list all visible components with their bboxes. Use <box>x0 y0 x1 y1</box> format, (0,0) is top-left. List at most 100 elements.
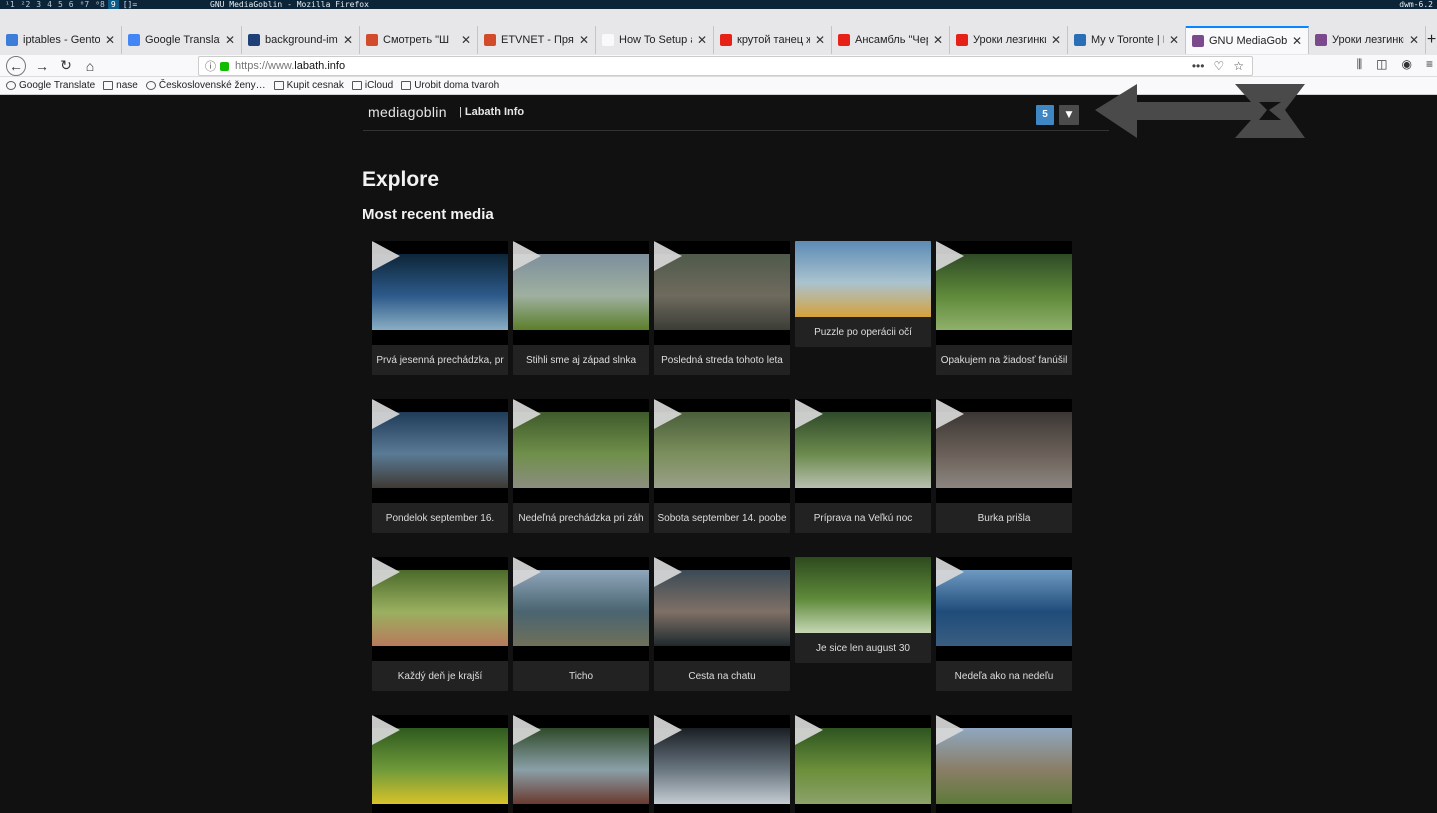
close-tab-icon[interactable]: ✕ <box>1169 33 1179 47</box>
media-card[interactable]: Posledná streda tohoto leta <box>654 241 790 375</box>
url-bar[interactable]: ⓘ https://www.labath.info ••• ♡ ☆ <box>198 56 1253 76</box>
media-card[interactable]: Ticho <box>513 557 649 691</box>
wm-tag[interactable]: 4 <box>44 0 55 9</box>
media-thumbnail[interactable] <box>513 241 649 345</box>
media-card[interactable]: Puzzle po operácii očí <box>795 241 931 347</box>
wm-tag[interactable]: ⁰7 <box>77 0 93 9</box>
media-thumbnail[interactable] <box>795 715 931 813</box>
wm-tag[interactable]: ²2 <box>18 0 34 9</box>
media-title[interactable]: Opakujem na žiadosť fanúšil <box>936 345 1072 375</box>
browser-tab[interactable]: background-imag ✕ <box>242 26 360 54</box>
pocket-icon[interactable]: ♡ <box>1213 59 1224 73</box>
notification-count-badge[interactable]: 5 <box>1036 105 1054 125</box>
browser-tab[interactable]: крутой танец же ✕ <box>714 26 832 54</box>
close-tab-icon[interactable]: ✕ <box>1292 34 1302 48</box>
close-tab-icon[interactable]: ✕ <box>343 33 353 47</box>
media-thumbnail[interactable] <box>513 399 649 503</box>
bookmark-item[interactable]: Kupit cesnak <box>273 80 344 91</box>
media-thumbnail[interactable] <box>795 399 931 503</box>
media-thumbnail[interactable] <box>372 241 508 345</box>
media-title[interactable]: Nedeľná prechádzka pri záh <box>513 503 649 533</box>
media-thumbnail[interactable] <box>936 715 1072 813</box>
browser-tab[interactable]: iptables - Gentoo ✕ <box>0 26 122 54</box>
bookmark-item[interactable]: Google Translate <box>6 80 95 91</box>
media-card[interactable]: Opakujem na žiadosť fanúšil <box>936 241 1072 375</box>
media-thumbnail[interactable] <box>513 715 649 813</box>
media-thumbnail[interactable] <box>936 399 1072 503</box>
wm-tag[interactable]: 5 <box>55 0 66 9</box>
media-card[interactable] <box>654 715 790 813</box>
close-tab-icon[interactable]: ✕ <box>1051 33 1061 47</box>
sidebar-icon[interactable]: ◫ <box>1376 57 1387 72</box>
media-title[interactable]: Cesta na chatu <box>654 661 790 691</box>
media-title[interactable]: Sobota september 14. poobe <box>654 503 790 533</box>
browser-tab[interactable]: How To Setup a Fire ✕ <box>596 26 714 54</box>
browser-tab[interactable]: Уроки лезгинки ✕ <box>950 26 1068 54</box>
media-card[interactable]: Nedeľa ako na nedeľu <box>936 557 1072 691</box>
browser-tab[interactable]: Google Translate ✕ <box>122 26 242 54</box>
mediagoblin-logo[interactable]: mediagoblin <box>368 104 447 120</box>
media-title[interactable]: Príprava na Veľkú noc <box>795 503 931 533</box>
media-title[interactable]: Je sice len august 30 <box>795 633 931 663</box>
bookmark-item[interactable]: Urobit doma tvaroh <box>401 80 499 91</box>
close-tab-icon[interactable]: ✕ <box>1409 33 1419 47</box>
media-title[interactable]: Pondelok september 16. <box>372 503 508 533</box>
media-card[interactable]: Nedeľná prechádzka pri záh <box>513 399 649 533</box>
media-title[interactable]: Každý deň je krajší <box>372 661 508 691</box>
media-thumbnail[interactable] <box>372 557 508 661</box>
media-thumbnail[interactable] <box>513 557 649 661</box>
media-title[interactable]: Ticho <box>513 661 649 691</box>
new-tab-button[interactable]: + <box>1426 26 1437 54</box>
menu-icon[interactable]: ≡ <box>1426 57 1433 72</box>
media-title[interactable]: Nedeľa ako na nedeľu <box>936 661 1072 691</box>
media-title[interactable]: Stihli sme aj západ slnka <box>513 345 649 375</box>
browser-tab[interactable]: My v Toronte | H ✕ <box>1068 26 1186 54</box>
close-tab-icon[interactable]: ✕ <box>697 33 707 47</box>
close-tab-icon[interactable]: ✕ <box>461 33 471 47</box>
media-thumbnail[interactable] <box>372 715 508 813</box>
media-card[interactable] <box>795 715 931 813</box>
media-card[interactable]: Je sice len august 30 <box>795 557 931 663</box>
browser-tab[interactable]: ETVNET - Прям ✕ <box>478 26 596 54</box>
wm-tag[interactable]: 6 <box>66 0 77 9</box>
media-title[interactable]: Puzzle po operácii očí <box>795 317 931 347</box>
site-name[interactable]: | Labath Info <box>459 106 524 118</box>
media-thumbnail[interactable] <box>654 241 790 345</box>
user-menu-toggle[interactable]: ▼ <box>1059 105 1079 125</box>
bookmark-star-icon[interactable]: ☆ <box>1233 59 1244 73</box>
page-actions-icon[interactable]: ••• <box>1192 59 1205 73</box>
browser-tab[interactable]: Смотреть "Ш ✕ <box>360 26 478 54</box>
media-card[interactable]: Burka prišla <box>936 399 1072 533</box>
media-card[interactable]: Každý deň je krajší <box>372 557 508 691</box>
browser-tab[interactable]: Уроки лезгинки ✕ <box>1309 26 1426 54</box>
close-tab-icon[interactable]: ✕ <box>815 33 825 47</box>
media-thumbnail[interactable] <box>936 241 1072 345</box>
media-thumbnail[interactable] <box>654 557 790 661</box>
media-thumbnail[interactable] <box>372 399 508 503</box>
wm-tag[interactable]: ¹1 <box>2 0 18 9</box>
reload-button[interactable]: ↻ <box>54 56 78 76</box>
media-card[interactable]: Prvá jesenná prechádzka, pr <box>372 241 508 375</box>
wm-tag[interactable]: 9 <box>107 0 119 9</box>
media-card[interactable]: Príprava na Veľkú noc <box>795 399 931 533</box>
media-title[interactable]: Burka prišla <box>936 503 1072 533</box>
bookmark-item[interactable]: iCloud <box>351 80 393 91</box>
media-title[interactable]: Posledná streda tohoto leta <box>654 345 790 375</box>
bookmark-item[interactable]: Československé ženy… <box>145 80 266 91</box>
wm-tag[interactable]: ⁰8 <box>92 0 108 9</box>
library-icon[interactable]: ⫼ <box>1357 57 1363 72</box>
media-card[interactable]: Stihli sme aj západ slnka <box>513 241 649 375</box>
media-thumbnail[interactable] <box>795 557 931 633</box>
browser-tab[interactable]: Ансамбль "Чер ✕ <box>832 26 950 54</box>
media-card[interactable]: Prechádzka na olovrant <box>936 715 1072 813</box>
close-tab-icon[interactable]: ✕ <box>225 33 235 47</box>
media-card[interactable]: Ostalo už len sedem dní prá <box>372 715 508 813</box>
home-button[interactable]: ⌂ <box>78 56 102 76</box>
close-tab-icon[interactable]: ✕ <box>105 33 115 47</box>
info-icon[interactable]: ⓘ <box>205 58 216 74</box>
media-thumbnail[interactable] <box>654 399 790 503</box>
media-thumbnail[interactable] <box>936 557 1072 661</box>
close-tab-icon[interactable]: ✕ <box>933 33 943 47</box>
media-thumbnail[interactable] <box>795 241 931 317</box>
wm-tag[interactable]: 3 <box>33 0 44 9</box>
